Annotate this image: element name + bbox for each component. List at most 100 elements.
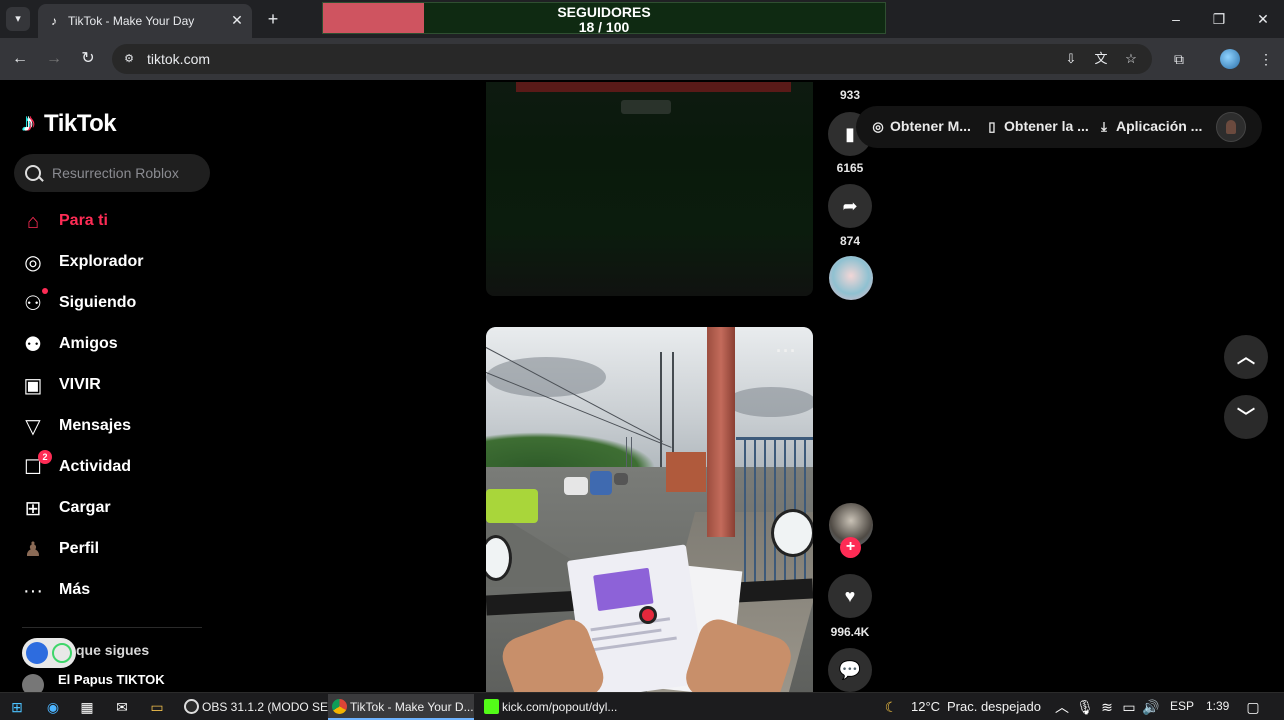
get-coins-label: Obtener M... xyxy=(890,118,971,134)
user-avatar[interactable] xyxy=(1216,112,1246,142)
tiktok-logo-text: TikTok xyxy=(44,110,117,137)
translate-icon[interactable]: 文 xyxy=(1092,51,1110,67)
browser-tab-bar: ▾ ♪ TikTok - Make Your Day ✕ + SEGUIDORE… xyxy=(0,0,1284,38)
friends-icon: ⚉ xyxy=(24,334,42,356)
battery-icon[interactable]: ▭ xyxy=(1120,698,1138,716)
browser-tab-active[interactable]: ♪ TikTok - Make Your Day ✕ xyxy=(38,4,252,38)
home-icon: ⌂ xyxy=(26,211,40,233)
bookmark-star-icon[interactable]: ☆ xyxy=(1122,51,1140,67)
video-frame-element xyxy=(626,437,632,467)
obs-icon xyxy=(184,699,199,714)
weather-temp[interactable]: 12°C xyxy=(911,699,940,714)
nav-label: Siguiendo xyxy=(59,294,137,311)
url-text[interactable]: tiktok.com xyxy=(147,51,210,67)
sound-avatar[interactable] xyxy=(829,256,873,300)
get-app-button[interactable]: ▯ Obtener la ... xyxy=(984,118,1088,135)
nav-label: Mensajes xyxy=(59,417,132,434)
followers-goal-overlay: SEGUIDORES 18 / 100 xyxy=(322,2,886,34)
nav-item-mensajes[interactable]: ▽ Mensajes xyxy=(14,409,214,445)
nav-item-actividad[interactable]: ☐ 2 Actividad xyxy=(14,450,214,486)
previous-video-button[interactable]: ︿ xyxy=(1224,335,1268,379)
nav-label: Perfil xyxy=(59,540,100,557)
nav-label: VIVIR xyxy=(59,376,101,393)
weather-moon-icon[interactable]: ☾ xyxy=(882,698,900,716)
browser-menu-icon[interactable]: ⋮ xyxy=(1255,48,1277,70)
follow-plus-icon[interactable]: + xyxy=(840,537,861,558)
minimize-button[interactable]: – xyxy=(1164,8,1188,30)
new-tab-button[interactable]: + xyxy=(262,8,284,30)
get-coins-button[interactable]: ◎ Obtener M... xyxy=(870,118,971,135)
omnibox[interactable]: ⚙ tiktok.com ⇩ 文 ☆ xyxy=(112,44,1152,74)
tab-close-icon[interactable]: ✕ xyxy=(228,11,246,29)
mail-icon[interactable]: ✉ xyxy=(113,698,131,716)
nav-item-siguiendo[interactable]: ⚇ Siguiendo xyxy=(14,286,214,322)
profile-icon: ♟ xyxy=(24,539,42,561)
coin-icon: ◎ xyxy=(872,119,884,134)
video-frame-element xyxy=(707,327,735,537)
file-explorer-icon[interactable]: ▭ xyxy=(148,698,166,716)
install-app-icon[interactable]: ⇩ xyxy=(1062,51,1080,67)
comment-icon: 💬 xyxy=(838,660,862,680)
reload-icon[interactable]: ↻ xyxy=(77,48,99,70)
current-video-player[interactable]: ··· xyxy=(486,327,813,692)
tiktok-note-icon: ♪ xyxy=(22,107,35,137)
nav-item-para-ti[interactable]: ⌂ Para ti xyxy=(14,204,214,240)
nav-item-cargar[interactable]: ⊞ Cargar xyxy=(14,491,214,527)
nav-item-explorador[interactable]: ◎ Explorador xyxy=(14,245,214,281)
taskbar-app-label: TikTok - Make Your D... xyxy=(350,700,474,714)
nav-label: Amigos xyxy=(59,335,118,352)
desktop-app-label: Aplicación ... xyxy=(1116,118,1203,134)
next-video-button[interactable]: ﹀ xyxy=(1224,395,1268,439)
edge-browser-icon[interactable]: ◉ xyxy=(44,698,62,716)
nav-item-amigos[interactable]: ⚉ Amigos xyxy=(14,327,214,363)
volume-icon[interactable]: 🔊 xyxy=(1142,698,1160,716)
tiktok-sidebar: ♪ TikTok Resurrection Roblox ⌂ Para ti ◎… xyxy=(0,82,230,696)
more-icon: ··· xyxy=(23,580,43,602)
nav-label: Para ti xyxy=(59,212,108,229)
weather-desc[interactable]: Prac. despejado xyxy=(947,699,1041,714)
back-arrow-icon[interactable]: ← xyxy=(9,48,31,70)
share-button[interactable]: ➦ xyxy=(828,184,872,228)
share-icon: ➦ xyxy=(842,196,858,216)
search-input[interactable]: Resurrection Roblox xyxy=(14,154,210,192)
language-indicator[interactable]: ESP xyxy=(1170,699,1194,713)
comment-button[interactable]: 💬 xyxy=(828,648,872,692)
overlay-toggle-widget[interactable] xyxy=(22,638,76,668)
save-count: 6165 xyxy=(836,161,864,175)
restore-button[interactable]: ❐ xyxy=(1207,8,1231,30)
video-frame-element xyxy=(516,82,791,92)
followers-goal-label: SEGUIDORES xyxy=(557,4,651,20)
nav-label: Actividad xyxy=(59,458,132,475)
browser-profile-avatar[interactable] xyxy=(1220,49,1240,69)
kick-icon xyxy=(484,699,499,714)
forward-arrow-icon[interactable]: → xyxy=(43,48,65,70)
bookmark-icon: ▮ xyxy=(845,124,855,144)
nav-item-mas[interactable]: ··· Más xyxy=(14,573,214,609)
taskbar-app-kick[interactable]: kick.com/popout/dyl... xyxy=(480,694,626,720)
video-frame-element xyxy=(639,606,657,624)
show-hidden-icons-chevron-icon[interactable]: ︿ xyxy=(1053,698,1071,716)
extensions-puzzle-icon[interactable]: ⧉ xyxy=(1168,48,1190,70)
clock[interactable]: 1:39 xyxy=(1206,699,1229,713)
taskbar-app-chrome-tiktok[interactable]: TikTok - Make Your D... xyxy=(328,694,474,720)
windows-start-icon[interactable]: ⊞ xyxy=(8,698,26,716)
tab-search-button[interactable]: ▾ xyxy=(6,7,30,31)
live-icon: ▣ xyxy=(23,375,43,397)
video-more-options-icon[interactable]: ··· xyxy=(776,341,797,362)
desktop-app-button[interactable]: ⤓ Aplicación ... xyxy=(1096,118,1202,135)
close-window-button[interactable]: ✕ xyxy=(1251,8,1275,30)
notifications-icon[interactable]: ▢ xyxy=(1244,698,1262,716)
nav-item-perfil[interactable]: ♟ Perfil xyxy=(14,532,214,568)
nav-item-vivir[interactable]: ▣ VIVIR xyxy=(14,368,214,404)
previous-video-player[interactable] xyxy=(486,82,813,296)
taskbar-app-obs[interactable]: OBS 31.1.2 (MODO SE... xyxy=(180,694,338,720)
video-frame-element xyxy=(486,357,606,397)
wifi-icon[interactable]: ≋ xyxy=(1098,698,1116,716)
microphone-icon[interactable]: 🎙 xyxy=(1076,698,1094,716)
like-button[interactable]: ♥ xyxy=(828,574,872,618)
site-info-icon[interactable]: ⚙ xyxy=(121,51,137,67)
following-user-item[interactable]: El Papus TIKTOK xyxy=(22,672,222,696)
store-icon[interactable]: ▦ xyxy=(78,698,96,716)
video-frame-element xyxy=(564,477,588,495)
address-bar-row: ← → ↻ ⚙ tiktok.com ⇩ 文 ☆ ⧉ ⋮ xyxy=(0,38,1284,80)
